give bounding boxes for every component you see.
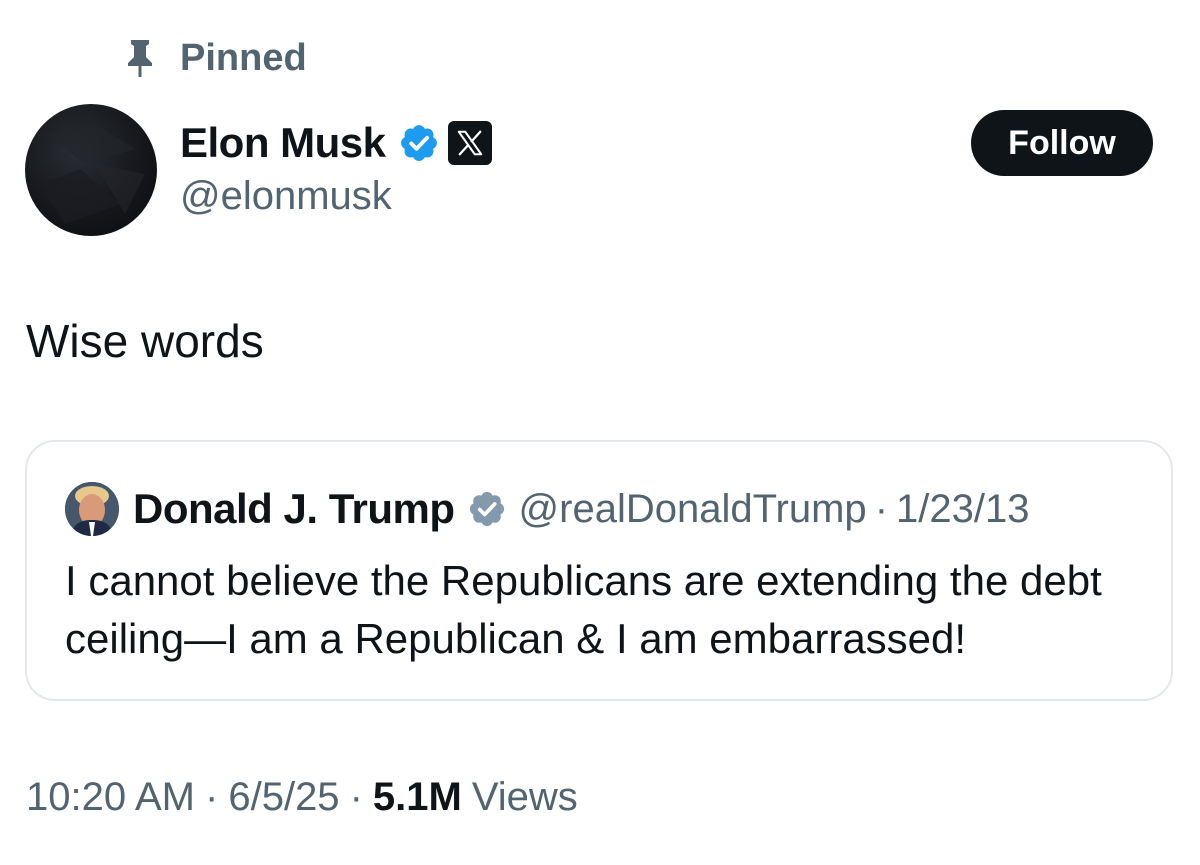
- pinned-label: Pinned: [180, 36, 307, 79]
- x-logo-icon[interactable]: [447, 121, 492, 165]
- quoted-tweet-text: I cannot believe the Republicans are ext…: [65, 557, 1102, 662]
- author-name-row[interactable]: Elon Musk: [180, 118, 492, 168]
- tweet-date[interactable]: 6/5/25: [228, 775, 339, 820]
- views-label[interactable]: Views: [472, 775, 578, 820]
- quoted-author-avatar: [65, 482, 119, 536]
- pinned-indicator: Pinned: [122, 36, 307, 80]
- author-avatar[interactable]: [25, 104, 157, 236]
- quoted-tweet-header: Donald J. Trump @realDonaldTrump · 1/23/…: [65, 480, 1029, 538]
- quoted-author-name: Donald J. Trump: [133, 485, 455, 532]
- meta-separator: ·: [349, 774, 363, 819]
- meta-separator: ·: [205, 774, 219, 819]
- tweet-meta: 10:20 AM · 6/5/25 · 5.1M Views: [26, 770, 578, 824]
- quoted-separator: ·: [874, 486, 889, 531]
- verified-icon[interactable]: [398, 122, 440, 164]
- tweet-text: Wise words: [26, 315, 264, 367]
- verified-grey-icon: [469, 491, 504, 527]
- quoted-tweet-date: 1/23/13: [896, 486, 1030, 531]
- follow-button[interactable]: Follow: [971, 110, 1153, 176]
- quoted-author-handle: @realDonaldTrump: [518, 486, 867, 531]
- author-name[interactable]: Elon Musk: [180, 119, 386, 167]
- tweet-time[interactable]: 10:20 AM: [26, 775, 195, 820]
- author-handle[interactable]: @elonmusk: [180, 174, 392, 219]
- quoted-tweet-card[interactable]: Donald J. Trump @realDonaldTrump · 1/23/…: [25, 440, 1173, 701]
- views-count[interactable]: 5.1M: [373, 775, 462, 820]
- pin-icon: [128, 40, 152, 77]
